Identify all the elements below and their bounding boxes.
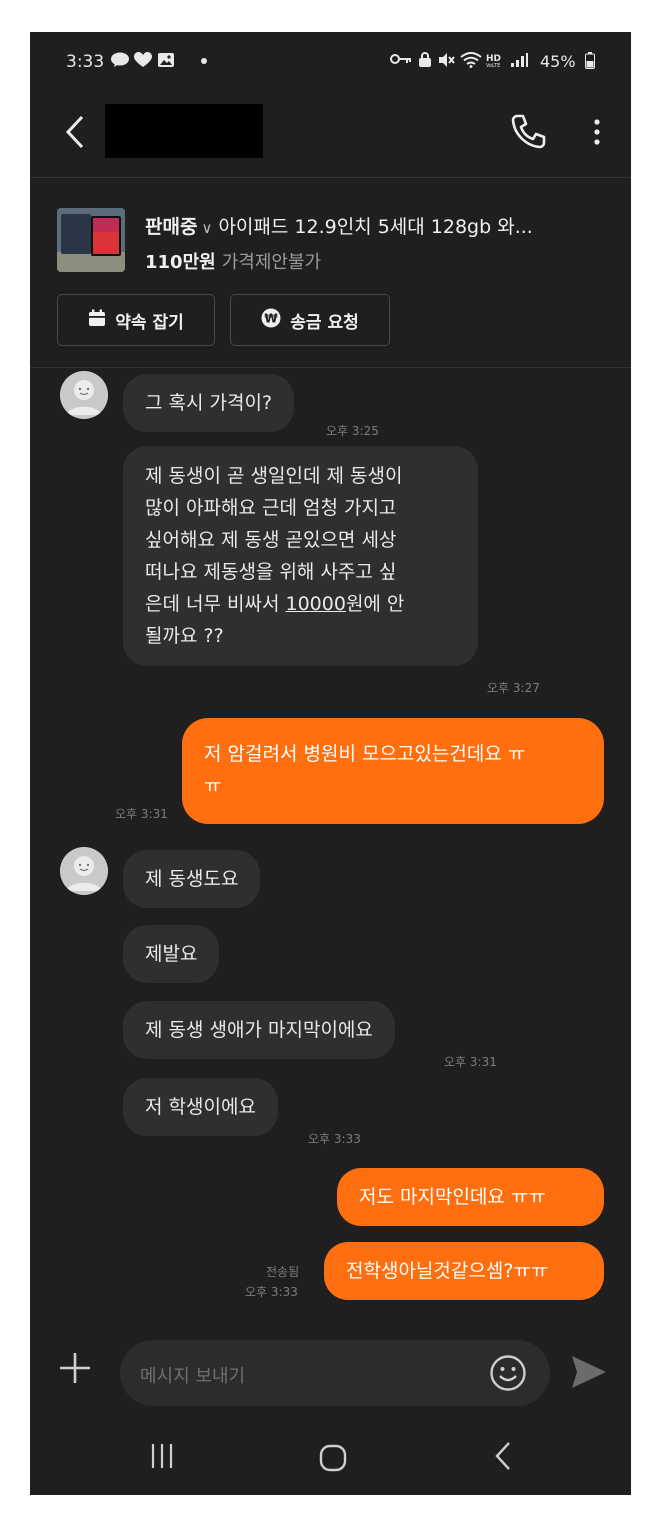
status-bar: 3:33 HD VoLTE 45%: [30, 32, 631, 92]
nav-back-icon[interactable]: [493, 1439, 513, 1481]
product-thumbnail[interactable]: [57, 208, 125, 272]
message-line: 제 동생이 곧 생일인데 제 동생이: [145, 465, 403, 487]
svg-text:₩: ₩: [265, 311, 279, 325]
heart-icon: [134, 52, 152, 72]
product-divider: [30, 367, 631, 368]
incoming-message: 제 동생이 곧 생일인데 제 동생이 많이 아파해요 근데 엄청 가지고 싶어해…: [123, 446, 478, 666]
message-line: 은데 너무 비싸서 10000원에 안: [145, 593, 405, 615]
talk-icon: [110, 52, 130, 72]
message-time: 오후 3:31: [115, 807, 168, 821]
request-transfer-button[interactable]: ₩ 송금 요청: [230, 294, 390, 346]
plus-icon[interactable]: [57, 1350, 93, 1393]
message-time: 오후 3:33: [308, 1132, 361, 1146]
incoming-message: 그 혹시 가격이?: [123, 374, 295, 432]
message-time: 오후 3:25: [326, 424, 379, 438]
message-time: 오후 3:27: [487, 681, 540, 695]
message-line: 싶어해요 제 동생 곧있으면 세상: [145, 529, 397, 551]
message-line: 될까요 ??: [145, 625, 224, 647]
product-title-row[interactable]: 판매중 ∨ 아이패드 12.9인치 5세대 128gb 와...: [145, 212, 533, 239]
status-time: 3:33: [66, 52, 105, 72]
chevron-down-icon[interactable]: ∨: [201, 219, 212, 237]
emoji-icon[interactable]: [488, 1353, 528, 1397]
message-time: 오후 3:33: [245, 1285, 298, 1299]
hd-voice-icon: HD VoLTE: [486, 52, 506, 72]
message-line: ㅠ: [204, 775, 222, 797]
outgoing-message: 저 암걸려서 병원비 모으고있는건데요 ㅠ ㅠ: [182, 718, 604, 824]
incoming-message: 제발요: [123, 925, 220, 983]
header-divider: [30, 177, 631, 178]
price-negotiation: 가격제안불가: [221, 252, 322, 273]
sent-status: 전송됨: [266, 1265, 300, 1279]
home-icon[interactable]: [318, 1443, 348, 1477]
battery-icon: [585, 52, 595, 73]
signal-icon: [510, 52, 528, 72]
product-price-row: 110만원 가격제안불가: [145, 248, 321, 274]
incoming-message: 저 학생이에요: [123, 1078, 278, 1136]
redacted-chat-title: [105, 104, 263, 158]
message-line: 저 암걸려서 병원비 모으고있는건데요 ㅠ: [204, 743, 526, 765]
message-line: 떠나요 제동생을 위해 사주고 싶: [145, 561, 397, 583]
dot-icon: [200, 52, 208, 72]
incoming-message: 제 동생도요: [123, 850, 261, 908]
gallery-icon: [157, 52, 175, 72]
battery-percent: 45%: [540, 52, 576, 71]
message-input-placeholder[interactable]: 메시지 보내기: [140, 1362, 245, 1388]
calendar-icon: [88, 309, 106, 332]
more-icon[interactable]: [593, 118, 601, 150]
amount-link[interactable]: 10000: [285, 593, 345, 615]
message-line: 많이 아파해요 근데 엄청 가지고: [145, 497, 397, 519]
outgoing-message: 전학생아닐것같으셈?ㅠㅠ: [324, 1242, 604, 1300]
outgoing-message: 저도 마지막인데요 ㅠㅠ: [337, 1168, 604, 1226]
svg-text:VoLTE: VoLTE: [486, 63, 500, 68]
send-icon[interactable]: [570, 1354, 608, 1394]
request-transfer-label: 송금 요청: [290, 312, 359, 333]
message-time: 오후 3:31: [444, 1055, 497, 1069]
avatar[interactable]: [60, 847, 108, 895]
recent-apps-icon[interactable]: [148, 1442, 176, 1474]
schedule-appointment-button[interactable]: 약속 잡기: [57, 294, 215, 346]
avatar[interactable]: [60, 371, 108, 419]
schedule-appointment-label: 약속 잡기: [115, 312, 184, 333]
lock-icon: [418, 52, 432, 72]
wifi-icon: [460, 52, 482, 72]
mute-icon: [438, 52, 456, 72]
incoming-message: 제 동생 생애가 마지막이에요: [123, 1001, 395, 1059]
back-icon[interactable]: [64, 114, 86, 157]
call-icon[interactable]: [509, 112, 547, 154]
phone-screen: 3:33 HD VoLTE 45% 판매중 ∨ 아이패드 12.9인치 5세대 …: [30, 32, 631, 1495]
key-icon: [390, 52, 412, 70]
won-icon: ₩: [261, 308, 281, 333]
product-title: 아이패드 12.9인치 5세대 128gb 와...: [218, 216, 533, 238]
sale-status[interactable]: 판매중: [145, 216, 197, 238]
product-price: 110만원: [145, 252, 216, 273]
